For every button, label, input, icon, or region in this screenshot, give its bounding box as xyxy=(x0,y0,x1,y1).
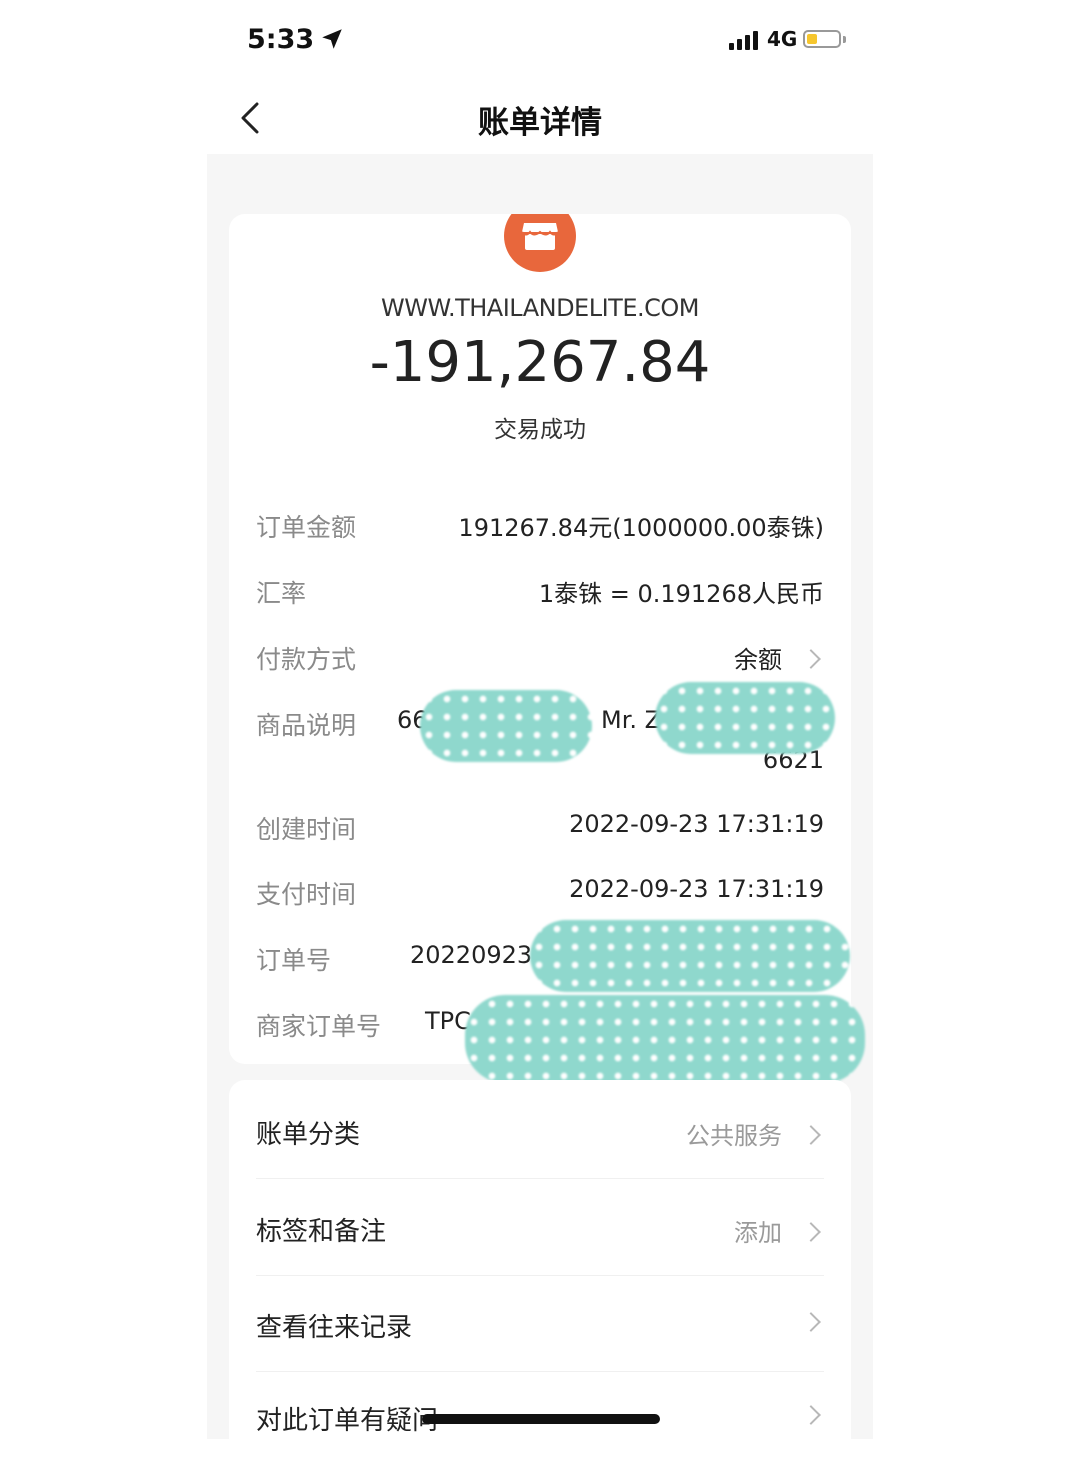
chevron-right-icon xyxy=(801,649,821,669)
transaction-status: 交易成功 xyxy=(494,417,586,443)
paid-time-label: 支付时间 xyxy=(256,880,357,909)
battery-tip xyxy=(843,36,846,43)
chevron-right-icon xyxy=(801,1405,821,1425)
redaction-overlay xyxy=(420,690,592,762)
order-question-label: 对此订单有疑问 xyxy=(256,1406,439,1436)
paid-time-value: 2022-09-23 17:31:19 xyxy=(569,875,824,903)
order-amount-value: 191267.84元(1000000.00泰铢) xyxy=(458,514,824,542)
product-desc-part2: Mr. Z xyxy=(601,706,662,734)
tags-notes-value-wrap: 添加 xyxy=(734,1213,824,1248)
created-time-row: 创建时间 2022-09-23 17:31:19 xyxy=(256,804,824,844)
nav-bar: 账单详情 xyxy=(207,82,873,154)
transaction-history-value-wrap xyxy=(782,1309,824,1337)
transaction-amount: -191,267.84 xyxy=(369,330,711,395)
redaction-overlay xyxy=(655,682,835,754)
network-type: 4G xyxy=(767,27,798,51)
order-amount-label: 订单金额 xyxy=(256,513,357,542)
store-icon xyxy=(504,214,576,272)
redaction-overlay xyxy=(465,995,865,1083)
redaction-overlay xyxy=(530,920,850,992)
product-desc-label: 商品说明 xyxy=(256,711,357,740)
status-time: 5:33 xyxy=(247,24,315,55)
transaction-history-label: 查看往来记录 xyxy=(256,1313,413,1343)
chevron-right-icon xyxy=(801,1125,821,1145)
status-bar: 5:33 4G xyxy=(207,0,873,82)
chevron-right-icon xyxy=(801,1222,821,1242)
exchange-rate-row: 汇率 1泰铢 = 0.191268人民币 xyxy=(256,568,824,608)
location-arrow-icon xyxy=(322,29,342,49)
order-amount-row: 订单金额 191267.84元(1000000.00泰铢) xyxy=(256,502,824,542)
merchant-name: WWW.THAILANDELITE.COM xyxy=(381,294,699,322)
payment-method-value-wrap: 余额 xyxy=(734,640,824,675)
created-time-value: 2022-09-23 17:31:19 xyxy=(569,810,824,838)
home-indicator[interactable] xyxy=(422,1414,660,1424)
order-number-value: 20220923 xyxy=(410,941,533,969)
battery-icon xyxy=(803,30,841,48)
payment-method-label: 付款方式 xyxy=(256,645,357,674)
page-title: 账单详情 xyxy=(478,105,602,141)
bill-category-value-wrap: 公共服务 xyxy=(686,1116,824,1151)
order-question-value-wrap xyxy=(782,1402,824,1430)
payment-method-value: 余额 xyxy=(734,646,782,674)
paid-time-row: 支付时间 2022-09-23 17:31:19 xyxy=(256,869,824,909)
exchange-rate-value: 1泰铢 = 0.191268人民币 xyxy=(538,580,824,608)
signal-icon xyxy=(729,30,758,50)
created-time-label: 创建时间 xyxy=(256,815,357,844)
bill-category-row[interactable]: 账单分类 公共服务 xyxy=(256,1082,824,1179)
tags-notes-label: 标签和备注 xyxy=(256,1217,387,1247)
exchange-rate-label: 汇率 xyxy=(256,579,307,608)
bill-actions-card: 账单分类 公共服务 标签和备注 添加 查看往来记录 对此订单有疑问 xyxy=(229,1080,851,1460)
transaction-history-row[interactable]: 查看往来记录 xyxy=(256,1275,824,1372)
bill-category-value: 公共服务 xyxy=(686,1122,782,1150)
bill-category-label: 账单分类 xyxy=(256,1120,361,1150)
chevron-right-icon xyxy=(801,1312,821,1332)
order-number-label: 订单号 xyxy=(256,946,332,975)
merchant-order-number-label: 商家订单号 xyxy=(256,1012,382,1041)
tags-notes-row[interactable]: 标签和备注 添加 xyxy=(256,1179,824,1276)
payment-method-row[interactable]: 付款方式 余额 xyxy=(256,634,824,674)
tags-notes-value: 添加 xyxy=(734,1219,782,1247)
